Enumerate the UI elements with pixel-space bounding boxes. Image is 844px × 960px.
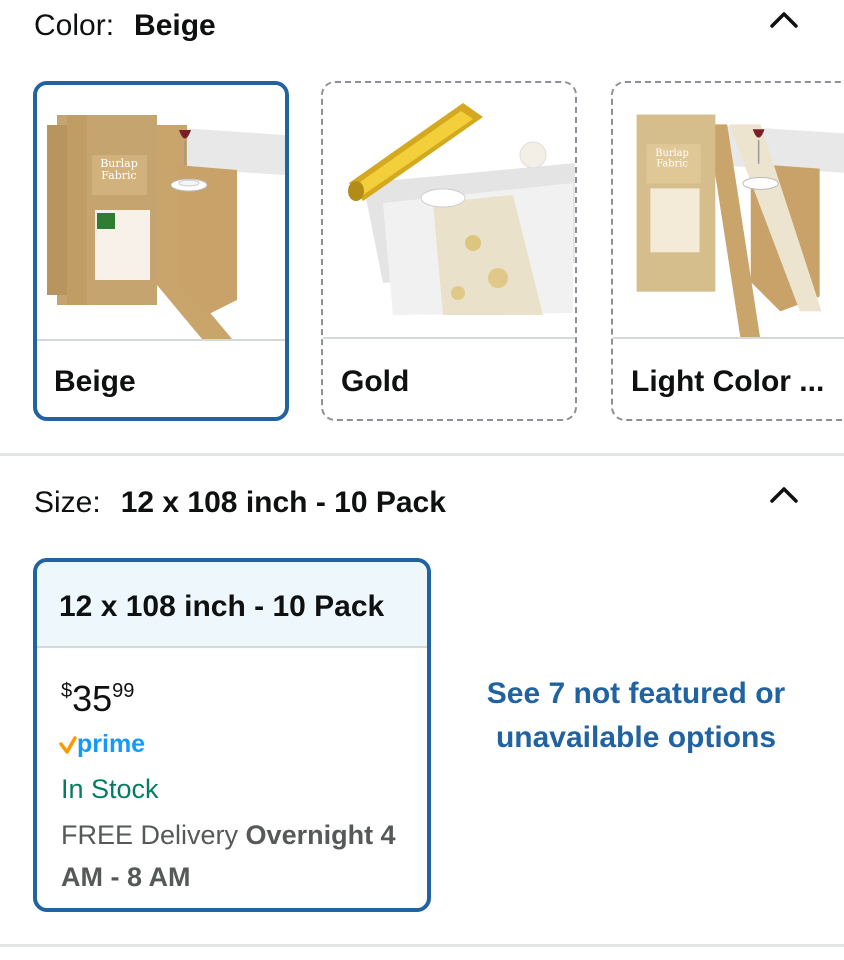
section-divider bbox=[0, 453, 844, 456]
prime-check-icon bbox=[59, 736, 77, 754]
color-option-name: Light Color ... bbox=[631, 365, 825, 398]
see-more-options-link[interactable]: See 7 not featured or unavailable option… bbox=[480, 672, 792, 760]
price-symbol: $ bbox=[61, 680, 73, 702]
size-option-card[interactable]: 12 x 108 inch - 10 Pack $3599 prime In S… bbox=[33, 558, 431, 912]
prime-badge: prime bbox=[59, 730, 155, 762]
chevron-up-icon[interactable] bbox=[766, 477, 802, 513]
size-option-header: 12 x 108 inch - 10 Pack bbox=[37, 562, 427, 648]
color-selected-value: Beige bbox=[134, 9, 216, 42]
size-label: Size: bbox=[34, 486, 101, 519]
color-label: Color: bbox=[34, 9, 115, 42]
size-heading: Size: 12 x 108 inch - 10 Pack bbox=[34, 488, 446, 518]
price: $3599 bbox=[61, 678, 134, 720]
svg-text:Fabric: Fabric bbox=[101, 169, 136, 182]
light-color-product-image: Burlap Fabric bbox=[613, 83, 844, 337]
beige-product-image: Burlap Fabric bbox=[37, 85, 285, 339]
color-option-beige[interactable]: Burlap Fabric Beige bbox=[33, 81, 289, 421]
prime-label: prime bbox=[77, 730, 145, 758]
price-whole: 35 bbox=[72, 678, 113, 719]
stock-status: In Stock bbox=[61, 774, 159, 804]
chevron-up-icon[interactable] bbox=[766, 2, 802, 38]
delivery-info: FREE Delivery Overnight 4 AM - 8 AM bbox=[61, 814, 421, 898]
color-heading: Color: Beige bbox=[34, 11, 216, 41]
section-divider bbox=[0, 944, 844, 947]
color-option-name: Beige bbox=[54, 365, 136, 398]
color-option-name: Gold bbox=[341, 365, 410, 398]
price-fraction: 99 bbox=[112, 680, 135, 702]
size-option-title: 12 x 108 inch - 10 Pack bbox=[59, 590, 385, 623]
delivery-prefix: FREE Delivery bbox=[61, 820, 239, 850]
color-option-gold[interactable]: Gold bbox=[321, 81, 577, 421]
gold-product-image bbox=[323, 83, 575, 337]
color-option-light[interactable]: Burlap Fabric Light Color ... bbox=[611, 81, 844, 421]
svg-text:Fabric: Fabric bbox=[656, 159, 688, 170]
size-selected-value: 12 x 108 inch - 10 Pack bbox=[120, 486, 446, 519]
svg-text:Burlap: Burlap bbox=[655, 148, 689, 159]
